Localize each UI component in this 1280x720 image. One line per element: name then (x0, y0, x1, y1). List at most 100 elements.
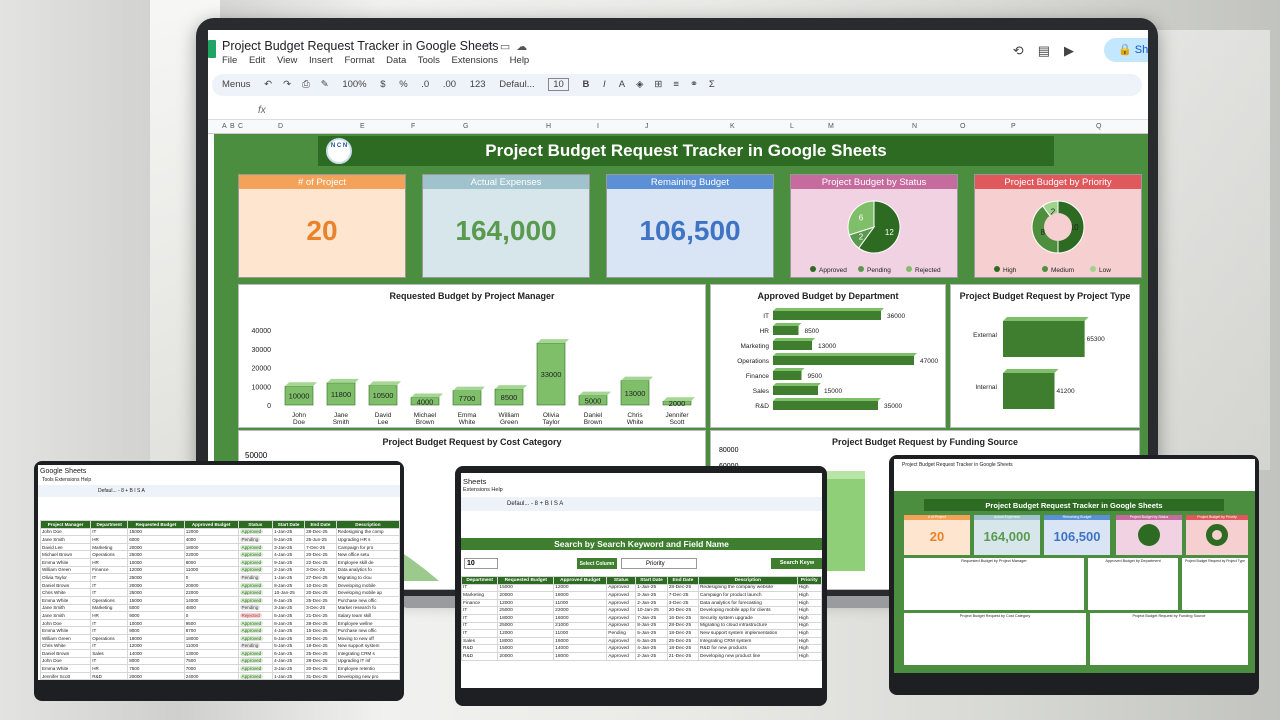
table-cell[interactable]: 6000 (127, 535, 185, 544)
font-size-input[interactable]: 10 (548, 78, 569, 91)
table-cell[interactable]: 11000 (553, 629, 608, 638)
table-cell[interactable]: 4-Jan-25 (635, 644, 668, 653)
column-header[interactable]: Start Date (635, 576, 668, 585)
table-cell[interactable]: 25000 (127, 573, 185, 582)
table-cell[interactable]: R&D (461, 651, 499, 661)
table-cell[interactable]: 10-Jan-25 (272, 588, 306, 597)
menu-extensions[interactable]: Extensions (452, 55, 498, 66)
table-cell[interactable]: 16-Dec-25 (666, 613, 699, 623)
col-h[interactable]: H (546, 123, 551, 130)
table-cell[interactable]: HR (90, 535, 129, 544)
table-cell[interactable]: 4-Jan-25 (272, 626, 306, 635)
menu-format[interactable]: Format (344, 55, 374, 66)
table-cell[interactable]: 20000 (127, 671, 185, 680)
table-cell[interactable]: High (796, 598, 822, 608)
table-cell[interactable]: Approved (237, 527, 274, 537)
table-cell[interactable]: 15000 (497, 644, 555, 653)
table-cell[interactable]: 18000 (553, 651, 608, 661)
column-header[interactable]: Requested Budget (497, 576, 555, 585)
menu-view[interactable]: View (277, 55, 297, 66)
table-cell[interactable]: 8-Jan-25 (635, 621, 668, 631)
table-cell[interactable]: IT (461, 613, 499, 623)
table-cell[interactable]: Data analytics for forecasting (697, 598, 798, 608)
table-cell[interactable]: Pending (237, 641, 274, 651)
table-row[interactable]: Emma White Operations 15000 14000 Approved 6-… (39, 595, 400, 605)
document-title[interactable]: Project Budget Request Tracker in Google… (222, 39, 499, 53)
table-cell[interactable]: New support system (335, 641, 400, 651)
col-m[interactable]: M (828, 123, 834, 130)
menu-insert[interactable]: Insert (309, 55, 333, 66)
table-cell[interactable]: Operations (90, 633, 129, 643)
table-cell[interactable]: 9500 (183, 618, 239, 628)
menu-data[interactable]: Data (386, 55, 406, 66)
table-row[interactable]: Chris White IT 25000 22000 Approved 10-Jan-25… (39, 588, 400, 597)
table-cell[interactable]: 10-Jan-25 (635, 606, 668, 615)
table-cell[interactable]: 2-Jan-25 (635, 651, 668, 661)
table-cell[interactable]: Pending (606, 629, 637, 638)
column-header[interactable]: Approved Budget (553, 576, 608, 585)
table-cell[interactable]: 22-Dec-25 (304, 557, 337, 567)
table-cell[interactable]: 12000 (553, 583, 608, 593)
table-row[interactable]: Marketing 20000 18000 Approved 3-Jan-25 7-Dec… (461, 591, 822, 600)
table-cell[interactable]: 30-Dec-25 (304, 633, 337, 643)
menu-edit[interactable]: Edit (249, 55, 265, 66)
table-cell[interactable]: Moving to new off (335, 633, 400, 643)
column-header[interactable]: End Date (304, 520, 337, 529)
table-cell[interactable]: 18-Dec-25 (666, 629, 699, 638)
table-cell[interactable]: 3-Dec-25 (304, 603, 337, 613)
table-cell[interactable]: David Lee (39, 542, 92, 552)
print-icon[interactable]: ⎙ (302, 79, 310, 90)
table-cell[interactable]: R&D for new products (697, 644, 798, 653)
col-o[interactable]: O (960, 123, 965, 130)
table-cell[interactable]: 25000 (127, 588, 185, 597)
table-row[interactable]: Jane Smith HR 9000 0 Rejected 5-Jan-25 21-Dec-… (39, 611, 400, 620)
table-row[interactable]: IT 18000 16000 Approved 7-Jan-25 16-Dec-25 Sec… (461, 613, 822, 623)
table-cell[interactable]: High (796, 636, 822, 646)
percent-button[interactable]: % (399, 79, 407, 90)
table-cell[interactable]: 22000 (183, 550, 239, 559)
link-icon[interactable]: ⚭ (690, 79, 698, 90)
col-f[interactable]: F (411, 123, 415, 130)
table-cell[interactable]: Market research fo (335, 603, 400, 613)
table-cell[interactable]: Approved (237, 565, 274, 575)
table-cell[interactable]: Approved (606, 621, 637, 631)
table-cell[interactable]: IT (90, 527, 129, 537)
column-header[interactable]: Description (697, 576, 798, 585)
table-cell[interactable]: Approved (606, 613, 637, 623)
table-cell[interactable]: 15000 (127, 527, 185, 537)
table-cell[interactable]: Daniel Brown (39, 580, 92, 590)
table-cell[interactable]: Jane Smith (39, 535, 92, 544)
table-row[interactable]: IT 15000 12000 Approved 1-Jan-25 28-Dec-25 Red… (461, 583, 822, 593)
table-cell[interactable]: Purchase new offic (335, 626, 400, 635)
col-b[interactable]: B (230, 123, 235, 130)
table-cell[interactable]: 18-Dec-25 (304, 641, 337, 651)
table-cell[interactable]: Security system upgrade (697, 613, 798, 623)
redo-icon[interactable]: ↷ (283, 79, 291, 90)
table-cell[interactable]: 25-Dec-25 (666, 636, 699, 646)
table-cell[interactable]: 18000 (497, 636, 555, 646)
table-cell[interactable]: Emma White (39, 664, 92, 673)
table-cell[interactable]: 4-Jan-25 (272, 656, 306, 666)
table-cell[interactable]: 31-Dec-25 (304, 671, 337, 680)
table-cell[interactable]: Jennifer Scott (39, 671, 92, 680)
cloud-icon[interactable]: ☁ (516, 41, 533, 53)
table-cell[interactable]: Approved (237, 618, 274, 628)
table-cell[interactable]: 22000 (183, 588, 239, 597)
table-cell[interactable]: Approved (606, 644, 637, 653)
table-cell[interactable]: Campaign for product launch (697, 591, 798, 600)
table-row[interactable]: Emma White IT 9000 8700 Approved 4-Jan-25 15-D… (39, 626, 400, 635)
table-cell[interactable]: 20000 (183, 580, 239, 590)
table-cell[interactable]: 7000 (183, 664, 239, 673)
table-cell[interactable]: 3-Jan-25 (272, 603, 306, 613)
table-cell[interactable]: 18000 (127, 633, 185, 643)
table-cell[interactable]: 10000 (127, 618, 185, 628)
table-cell[interactable]: 1-Jan-25 (272, 671, 306, 680)
table-cell[interactable]: Salary team skill (335, 611, 400, 620)
table-cell[interactable]: 20-Dec-25 (304, 588, 337, 597)
table-cell[interactable]: 14000 (553, 644, 608, 653)
table-cell[interactable]: High (796, 591, 822, 600)
table-cell[interactable]: IT (90, 573, 129, 582)
table-cell[interactable]: IT (461, 621, 499, 631)
table-cell[interactable]: Redesigning the company website (697, 583, 798, 593)
table-cell[interactable]: 7-Dec-25 (304, 542, 337, 552)
